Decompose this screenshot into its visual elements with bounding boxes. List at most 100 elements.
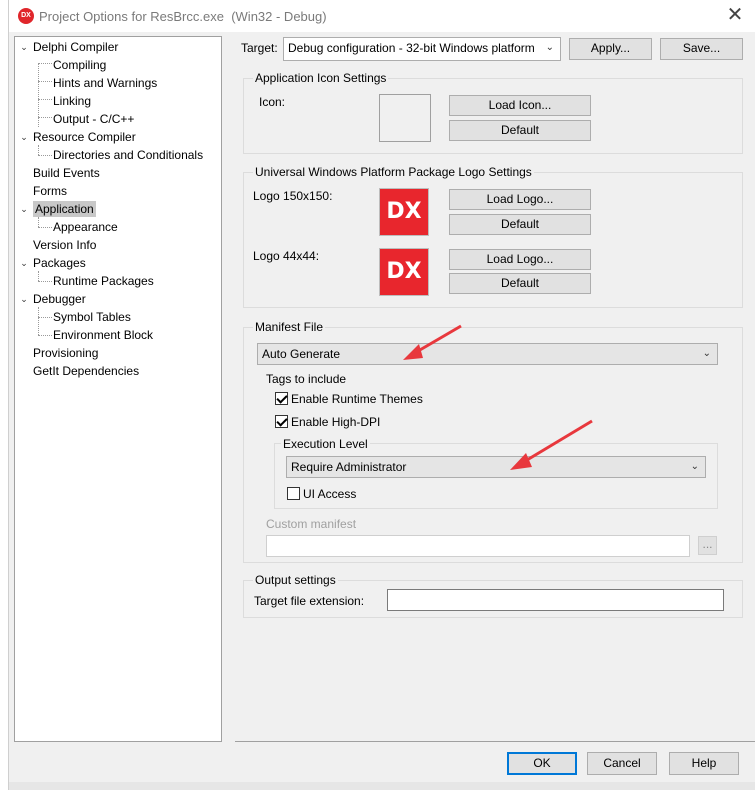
icon-label: Icon: xyxy=(259,95,286,109)
expand-chevron-icon[interactable]: ⌄ xyxy=(19,38,29,56)
tree-item-label: Delphi Compiler xyxy=(33,40,119,54)
tree-item-getit-dependencies[interactable]: GetIt Dependencies xyxy=(33,362,139,380)
bottom-strip xyxy=(9,782,755,790)
load-icon-button[interactable]: Load Icon... xyxy=(449,95,591,116)
tree-item-forms[interactable]: Forms xyxy=(33,182,67,200)
help-button[interactable]: Help xyxy=(669,752,739,775)
app-icon: DX xyxy=(18,8,34,24)
browse-manifest-button[interactable]: ... xyxy=(698,536,717,555)
tree-connector xyxy=(38,281,52,282)
load-logo150-button[interactable]: Load Logo... xyxy=(449,189,591,210)
load-logo44-button[interactable]: Load Logo... xyxy=(449,249,591,270)
tree-connector xyxy=(38,335,52,336)
manifest-mode-select[interactable]: Auto Generate ⌄ xyxy=(257,343,718,365)
logo150-label: Logo 150x150: xyxy=(253,189,333,203)
tree-item-label: Provisioning xyxy=(33,346,99,360)
chevron-down-icon: ⌄ xyxy=(690,461,699,472)
window-title-name: Project Options for ResBrcc.exe xyxy=(39,9,224,24)
expand-chevron-icon[interactable]: ⌄ xyxy=(19,290,29,308)
expand-chevron-icon[interactable]: ⌄ xyxy=(19,254,29,272)
window-title: Project Options for ResBrcc.exe (Win32 -… xyxy=(39,9,327,24)
tree-item-label: Runtime Packages xyxy=(53,274,154,288)
default-logo150-button[interactable]: Default xyxy=(449,214,591,235)
tree-item-label: Hints and Warnings xyxy=(53,76,158,90)
tree-item-label: Output - C/C++ xyxy=(53,112,135,126)
target-label-text: Target: xyxy=(241,41,278,55)
app-icon-section-title: Application Icon Settings xyxy=(253,71,389,85)
tree-item-hints-warnings[interactable]: Hints and Warnings xyxy=(53,74,157,92)
expand-chevron-icon[interactable]: ⌄ xyxy=(19,200,29,218)
tree-item-application[interactable]: ⌄ Application xyxy=(19,200,96,218)
tree-connector xyxy=(38,155,52,156)
execution-level-select[interactable]: Require Administrator ⌄ xyxy=(286,456,706,478)
tree-item-appearance[interactable]: Appearance xyxy=(53,218,118,236)
tree-item-debugger[interactable]: ⌄ Debugger xyxy=(19,290,86,308)
tree-connector xyxy=(38,217,39,227)
output-section-title: Output settings xyxy=(253,573,338,587)
tree-item-environment-block[interactable]: Environment Block xyxy=(53,326,153,344)
chevron-down-icon: ⌄ xyxy=(545,42,554,53)
manifest-section-title: Manifest File xyxy=(253,320,326,334)
ui-access-checkbox[interactable] xyxy=(287,487,300,500)
tree-item-label: Build Events xyxy=(33,166,100,180)
tree-item-runtime-packages[interactable]: Runtime Packages xyxy=(53,272,154,290)
icon-preview xyxy=(379,94,431,142)
chevron-down-icon: ⌄ xyxy=(702,348,711,359)
tree-item-label: Directories and Conditionals xyxy=(53,148,204,162)
high-dpi-checkbox[interactable] xyxy=(275,415,288,428)
tree-item-label: Application xyxy=(33,201,96,217)
logo44-preview: DX xyxy=(379,248,429,296)
ok-button[interactable]: OK xyxy=(507,752,577,775)
tree-connector xyxy=(38,317,52,318)
tree-item-version-info[interactable]: Version Info xyxy=(33,236,96,254)
tree-connector xyxy=(38,227,52,228)
tree-connector xyxy=(38,99,52,100)
app-icon-group xyxy=(243,78,743,154)
target-select-value: Debug configuration - 32-bit Windows pla… xyxy=(288,41,535,55)
annotation-arrow-icon xyxy=(403,324,462,360)
target-select[interactable]: Debug configuration - 32-bit Windows pla… xyxy=(283,37,561,61)
window-title-suffix: (Win32 - Debug) xyxy=(231,9,327,24)
tree-item-packages[interactable]: ⌄ Packages xyxy=(19,254,86,272)
cancel-button[interactable]: Cancel xyxy=(587,752,657,775)
extension-label: Target file extension: xyxy=(254,594,365,608)
tree-connector xyxy=(38,81,52,82)
tree-item-label: Packages xyxy=(33,256,86,270)
default-logo44-button[interactable]: Default xyxy=(449,273,591,294)
expand-chevron-icon[interactable]: ⌄ xyxy=(19,128,29,146)
default-icon-button[interactable]: Default xyxy=(449,120,591,141)
tree-connector xyxy=(38,145,39,155)
extension-input[interactable] xyxy=(387,589,724,611)
tree-item-symbol-tables[interactable]: Symbol Tables xyxy=(53,308,131,326)
tree-item-compiling[interactable]: Compiling xyxy=(53,56,106,74)
execution-level-label: Execution Level xyxy=(281,437,370,451)
tree-item-directories-conditionals[interactable]: Directories and Conditionals xyxy=(53,146,203,164)
close-icon[interactable]: ✕ xyxy=(722,3,748,29)
tree-connector xyxy=(38,117,52,118)
tree-item-label: Forms xyxy=(33,184,67,198)
save-button[interactable]: Save... xyxy=(660,38,743,60)
tree-item-label: Symbol Tables xyxy=(53,310,131,324)
project-options-dialog: DX Project Options for ResBrcc.exe (Win3… xyxy=(8,0,755,790)
runtime-themes-checkbox[interactable] xyxy=(275,392,288,405)
options-tree[interactable]: ⌄ Delphi Compiler Compiling Hints and Wa… xyxy=(14,36,222,742)
uwp-section-title: Universal Windows Platform Package Logo … xyxy=(253,165,534,179)
apply-button[interactable]: Apply... xyxy=(569,38,652,60)
tree-connector xyxy=(38,271,39,281)
tree-item-label: Environment Block xyxy=(53,328,154,342)
tree-item-provisioning[interactable]: Provisioning xyxy=(33,344,98,362)
title-bar: DX Project Options for ResBrcc.exe (Win3… xyxy=(9,0,755,32)
annotation-arrow-icon xyxy=(510,419,593,470)
tree-item-build-events[interactable]: Build Events xyxy=(33,164,100,182)
tree-item-delphi-compiler[interactable]: ⌄ Delphi Compiler xyxy=(19,38,118,56)
tree-item-resource-compiler[interactable]: ⌄ Resource Compiler xyxy=(19,128,136,146)
custom-manifest-input[interactable] xyxy=(266,535,690,557)
tree-item-label: Version Info xyxy=(33,238,97,252)
tree-item-label: Resource Compiler xyxy=(33,130,136,144)
execution-level-value: Require Administrator xyxy=(291,460,407,474)
tree-item-output-cpp[interactable]: Output - C/C++ xyxy=(53,110,134,128)
tree-item-label: Compiling xyxy=(53,58,107,72)
tags-label: Tags to include xyxy=(266,372,347,386)
tree-item-linking[interactable]: Linking xyxy=(53,92,91,110)
custom-manifest-label: Custom manifest xyxy=(266,517,357,531)
